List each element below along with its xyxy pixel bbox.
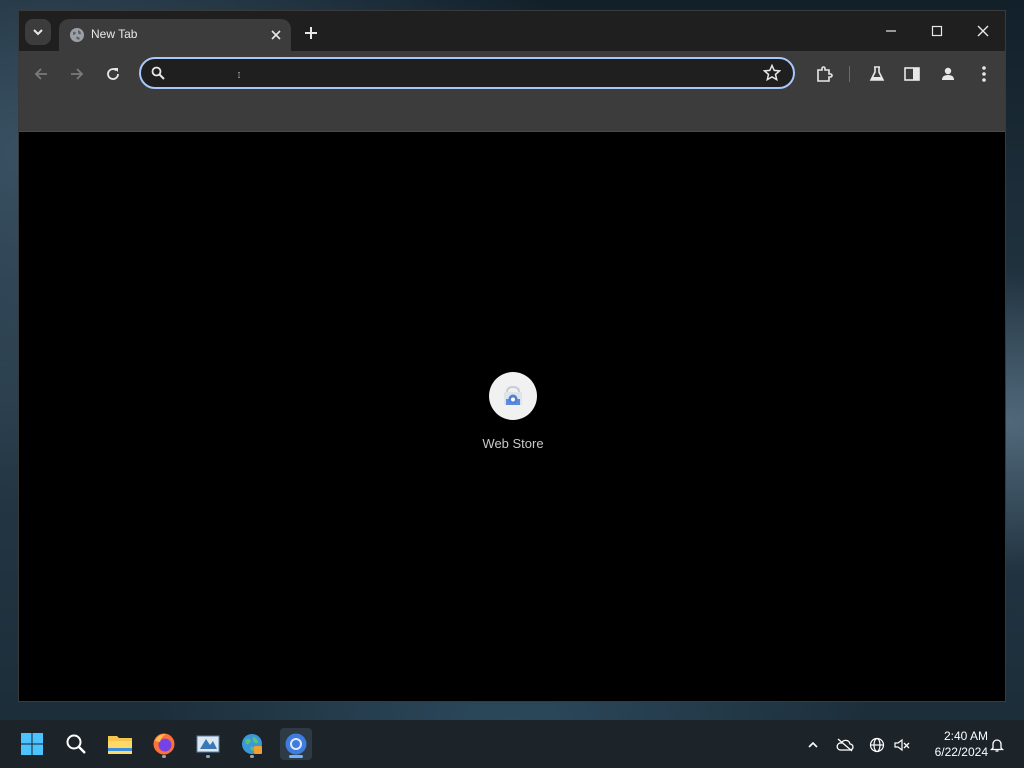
minimize-icon <box>886 30 896 32</box>
maximize-icon <box>931 25 943 37</box>
web-store-icon <box>504 385 522 405</box>
maximize-button[interactable] <box>915 17 959 45</box>
taskbar-paint-app[interactable] <box>236 728 268 760</box>
search-icon <box>151 66 165 85</box>
text-cursor-icon <box>238 72 240 78</box>
notifications-button[interactable] <box>988 736 1006 754</box>
kebab-menu-icon <box>982 66 986 82</box>
arrow-left-icon <box>34 68 47 80</box>
taskbar-file-explorer[interactable] <box>104 728 136 760</box>
tab-new-tab[interactable]: New Tab <box>59 19 291 51</box>
side-panel-button[interactable] <box>899 61 925 87</box>
new-tab-button[interactable] <box>299 21 323 45</box>
close-tab-icon[interactable] <box>267 26 285 44</box>
minimize-button[interactable] <box>869 17 913 45</box>
show-hidden-icons-button[interactable] <box>804 736 822 754</box>
taskbar-vlc[interactable] <box>192 728 224 760</box>
puzzle-icon <box>817 66 833 82</box>
volume-tray-icon[interactable] <box>893 736 911 754</box>
system-clock[interactable]: 2:40 AM 6/22/2024 <box>916 728 988 760</box>
start-button[interactable] <box>16 728 48 760</box>
new-tab-page: Web Store <box>19 132 1005 701</box>
close-window-button[interactable] <box>961 17 1005 45</box>
tab-title: New Tab <box>91 27 138 41</box>
arrow-right-icon <box>71 68 84 80</box>
reload-button[interactable] <box>100 61 126 87</box>
taskbar-chrome[interactable] <box>280 728 312 760</box>
browser-window: New Tab Web Store <box>18 10 1006 702</box>
running-indicator <box>250 755 254 758</box>
browser-toolbar <box>19 51 1005 97</box>
person-icon <box>942 67 954 80</box>
back-button[interactable] <box>28 61 54 87</box>
globe-icon <box>69 27 85 48</box>
search-icon <box>66 734 86 754</box>
chrome-icon <box>285 733 307 755</box>
clock-time: 2:40 AM <box>943 729 988 743</box>
tab-strip: New Tab <box>19 11 1005 51</box>
taskbar-firefox[interactable] <box>148 728 180 760</box>
profile-button[interactable] <box>935 61 961 87</box>
running-indicator <box>162 755 166 758</box>
close-icon <box>977 25 989 37</box>
forward-button[interactable] <box>64 61 90 87</box>
chevron-down-icon <box>33 29 43 36</box>
web-store-tile <box>489 372 537 420</box>
labs-button[interactable] <box>864 61 890 87</box>
shortcut-label: Web Store <box>482 436 544 451</box>
bookmark-star-icon[interactable] <box>762 63 782 87</box>
address-input[interactable] <box>175 63 739 87</box>
bell-icon <box>989 739 1005 752</box>
flask-icon <box>869 66 885 81</box>
extensions-button[interactable] <box>811 61 837 87</box>
side-panel-icon <box>904 67 920 81</box>
clock-date: 6/22/2024 <box>934 745 988 759</box>
windows-logo-icon <box>21 733 43 755</box>
network-tray-icon[interactable] <box>868 736 886 754</box>
taskbar: 2:40 AM 6/22/2024 <box>0 720 1024 768</box>
active-indicator <box>289 755 303 758</box>
globe-icon <box>869 737 885 753</box>
reload-icon <box>107 68 119 80</box>
firefox-icon <box>153 733 175 755</box>
speaker-muted-icon <box>894 738 910 752</box>
menu-button[interactable] <box>971 61 997 87</box>
shortcut-web-store[interactable]: Web Store <box>471 372 555 451</box>
globe-palette-icon <box>242 734 262 754</box>
video-player-icon <box>196 735 220 753</box>
bookmarks-bar <box>19 97 1005 132</box>
chevron-up-icon <box>808 741 818 748</box>
taskbar-search-button[interactable] <box>60 728 92 760</box>
address-bar[interactable] <box>139 57 795 89</box>
tab-search-button[interactable] <box>25 19 51 45</box>
folder-icon <box>108 736 132 754</box>
cloud-off-icon <box>836 738 854 752</box>
onedrive-tray-icon[interactable] <box>836 736 854 754</box>
plus-icon <box>305 27 317 39</box>
running-indicator <box>206 755 210 758</box>
toolbar-separator <box>849 66 850 82</box>
